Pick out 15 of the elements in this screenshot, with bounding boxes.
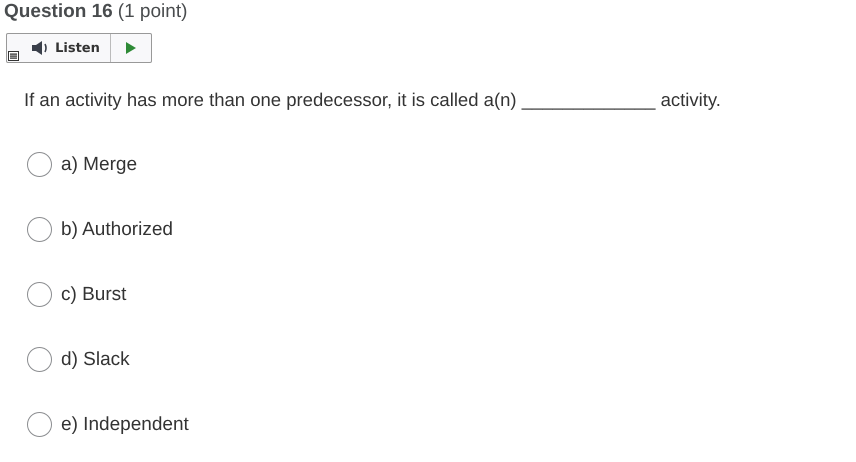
- radio-button[interactable]: [27, 282, 52, 307]
- radio-button[interactable]: [27, 347, 52, 372]
- radio-button[interactable]: [27, 152, 52, 177]
- option-label[interactable]: c) Burst: [61, 284, 126, 306]
- menu-icon[interactable]: [8, 51, 19, 61]
- question-title: Question 16: [4, 1, 113, 23]
- radio-button[interactable]: [27, 217, 52, 242]
- option-label[interactable]: a) Merge: [61, 154, 138, 176]
- option-label[interactable]: b) Authorized: [61, 218, 173, 240]
- question-points: (1 point): [118, 1, 188, 23]
- option-label[interactable]: d) Slack: [61, 348, 130, 370]
- option-label[interactable]: e) Independent: [61, 414, 189, 436]
- play-icon: [125, 41, 137, 55]
- radio-button[interactable]: [27, 412, 52, 437]
- question-text: If an activity has more than one predecessor, it is called a(n) _____________ activity.: [24, 89, 722, 111]
